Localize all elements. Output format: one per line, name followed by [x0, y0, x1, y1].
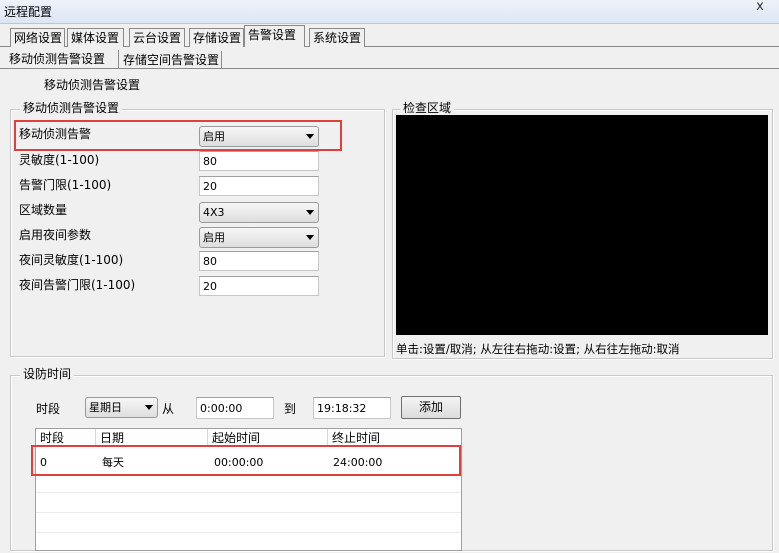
cell-slot: 0: [40, 456, 47, 469]
chevron-down-icon: [145, 405, 153, 410]
subtab-strip-line: [0, 68, 779, 69]
chevron-down-icon: [306, 134, 314, 139]
detection-area-grid[interactable]: [396, 115, 768, 335]
cell-end: 24:00:00: [333, 456, 383, 469]
subtab-storage-alarm[interactable]: 存储空间告警设置: [120, 51, 222, 69]
chevron-down-icon: [306, 210, 314, 215]
night-params-label: 启用夜间参数: [19, 228, 92, 242]
region-count-value: 4X3: [203, 206, 225, 219]
sensitivity-label: 灵敏度(1-100): [19, 153, 100, 167]
check-area-title: 检查区域: [400, 101, 455, 115]
period-label: 时段: [36, 402, 61, 416]
region-count-select[interactable]: 4X3: [199, 202, 319, 223]
weekday-select[interactable]: 星期日: [85, 397, 158, 418]
start-time-input[interactable]: [196, 397, 274, 419]
title-bar: 远程配置 x: [0, 0, 779, 24]
close-icon[interactable]: x: [749, 0, 771, 15]
tab-network-settings[interactable]: 网络设置: [10, 28, 65, 47]
column-header-date[interactable]: 日期: [96, 429, 208, 447]
empty-row: [36, 473, 461, 493]
schedule-table: 时段 日期 起始时间 终止时间 0 每天 00:00:00 24:00:00: [35, 428, 462, 551]
from-label: 从: [162, 402, 175, 416]
night-params-select[interactable]: 启用: [199, 227, 319, 248]
motion-alarm-select[interactable]: 启用: [199, 126, 319, 147]
column-header-end[interactable]: 终止时间: [328, 429, 461, 447]
page-title: 移动侦测告警设置: [44, 78, 141, 92]
tab-ptz-settings[interactable]: 云台设置: [129, 28, 185, 47]
cell-date: 每天: [102, 456, 124, 469]
tab-alarm-settings[interactable]: 告警设置: [244, 25, 305, 47]
region-count-label: 区域数量: [19, 203, 68, 217]
cell-start: 00:00:00: [214, 456, 264, 469]
subtab-motion-alarm[interactable]: 移动侦测告警设置: [6, 50, 119, 68]
window-title: 远程配置: [4, 5, 53, 19]
end-time-input[interactable]: [313, 397, 391, 419]
night-sensitivity-input[interactable]: [199, 251, 319, 271]
sensitivity-input[interactable]: [199, 151, 319, 171]
tab-storage-settings[interactable]: 存储设置: [189, 28, 244, 47]
column-header-start[interactable]: 起始时间: [208, 429, 328, 447]
night-sensitivity-label: 夜间灵敏度(1-100): [19, 253, 124, 267]
empty-row: [36, 513, 461, 533]
chevron-down-icon: [306, 235, 314, 240]
night-threshold-input[interactable]: [199, 276, 319, 296]
tab-media-settings[interactable]: 媒体设置: [67, 28, 124, 47]
alarm-threshold-input[interactable]: [199, 176, 319, 196]
add-button[interactable]: 添加: [401, 396, 461, 419]
check-area-hint: 单击:设置/取消; 从左往右拖动:设置; 从右往左拖动:取消: [396, 342, 680, 356]
schedule-title: 设防时间: [20, 367, 75, 381]
alarm-threshold-label: 告警门限(1-100): [19, 178, 112, 192]
motion-alarm-value: 启用: [203, 130, 225, 143]
night-threshold-label: 夜间告警门限(1-100): [19, 278, 136, 292]
empty-row: [36, 493, 461, 513]
to-label: 到: [284, 402, 297, 416]
table-row[interactable]: 0 每天 00:00:00 24:00:00: [36, 453, 461, 473]
night-params-value: 启用: [203, 231, 225, 244]
weekday-value: 星期日: [89, 401, 122, 414]
motion-group-title: 移动侦测告警设置: [20, 101, 123, 115]
column-header-slot[interactable]: 时段: [36, 429, 96, 447]
tab-system-settings[interactable]: 系统设置: [309, 28, 365, 47]
motion-alarm-label: 移动侦测告警: [19, 127, 92, 141]
